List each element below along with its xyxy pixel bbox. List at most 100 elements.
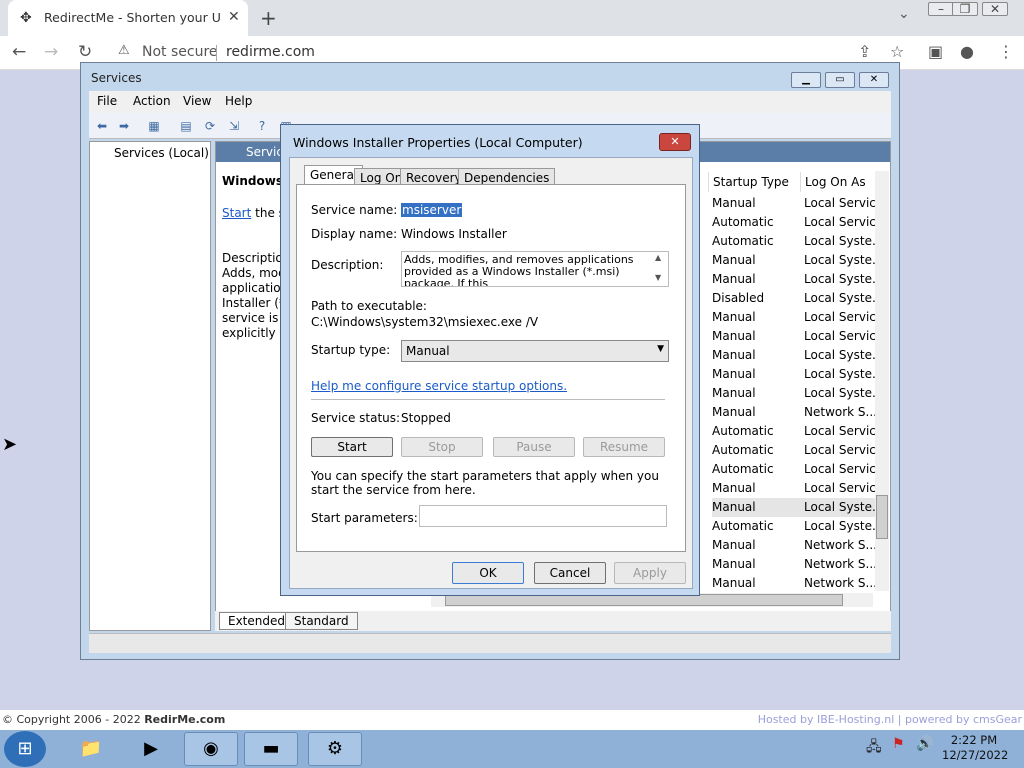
table-row[interactable]: Automatic Local Service xyxy=(712,441,883,460)
table-row[interactable]: Manual Local Syste... xyxy=(712,251,883,270)
startup-type-cell: Automatic xyxy=(712,234,774,248)
cancel-button[interactable]: Cancel xyxy=(534,562,606,584)
hosted-text[interactable]: Hosted by IBE-Hosting.nl | powered by cm… xyxy=(758,713,1022,726)
system-clock[interactable]: 2:22 PM 12/27/2022 xyxy=(942,733,1008,763)
service-name-label: Service name: xyxy=(311,203,398,217)
table-row[interactable]: Automatic Local Service xyxy=(712,460,883,479)
side-panel-icon[interactable]: ▣ xyxy=(928,42,943,61)
action-center-icon[interactable]: ⚑ xyxy=(892,736,905,752)
services-minimize-button[interactable]: ▁ xyxy=(791,72,821,88)
volume-icon[interactable]: 🔊 xyxy=(916,736,933,752)
url-text[interactable]: redirme.com xyxy=(226,44,315,60)
desc-line: explicitly de xyxy=(222,326,284,340)
table-row[interactable]: Disabled Local Syste... xyxy=(712,289,883,308)
vertical-scrollbar[interactable] xyxy=(875,171,889,591)
pause-button[interactable]: Pause xyxy=(493,437,575,457)
table-row[interactable]: Manual Local Service xyxy=(712,194,883,213)
view-tabs: Extended Standard xyxy=(215,611,891,631)
new-tab-button[interactable]: + xyxy=(260,6,277,30)
table-row[interactable]: Automatic Local Service xyxy=(712,422,883,441)
forward-icon[interactable]: ➡ xyxy=(115,117,133,135)
stop-button[interactable]: Stop xyxy=(401,437,483,457)
start-params-input[interactable] xyxy=(419,505,667,527)
tab-standard[interactable]: Standard xyxy=(285,612,358,630)
log-on-as-cell: Local Syste... xyxy=(804,500,884,514)
tab-extended[interactable]: Extended xyxy=(219,612,294,630)
table-row[interactable]: Automatic Local Syste... xyxy=(712,232,883,251)
services-close-button[interactable]: ✕ xyxy=(859,72,889,88)
share-icon[interactable]: ⇪ xyxy=(858,42,871,61)
scroll-up-icon[interactable]: ▲ xyxy=(655,253,661,262)
close-tab-icon[interactable]: ✕ xyxy=(228,9,240,25)
scroll-thumb[interactable] xyxy=(876,495,888,539)
console-tree-icon[interactable]: ▦ xyxy=(145,117,163,135)
menu-file[interactable]: File xyxy=(97,94,117,108)
menu-help[interactable]: Help xyxy=(225,94,252,108)
copyright-brand: RedirMe.com xyxy=(144,713,226,726)
table-row[interactable]: Manual Local Syste... xyxy=(712,270,883,289)
help-configure-link[interactable]: Help me configure service startup option… xyxy=(311,379,567,393)
services-maximize-button[interactable]: ▭ xyxy=(825,72,855,88)
path-value: C:\Windows\system32\msiexec.exe /V xyxy=(311,315,539,329)
startup-type-cell: Manual xyxy=(712,367,756,381)
startup-type-cell: Automatic xyxy=(712,443,774,457)
reload-icon[interactable]: ↻ xyxy=(78,42,92,62)
media-player-taskbar-icon[interactable]: ▶ xyxy=(124,732,178,766)
minimize-button[interactable]: – xyxy=(928,2,954,16)
table-row[interactable]: Manual Network S... xyxy=(712,574,880,593)
network-icon[interactable]: 🖧 xyxy=(866,736,882,760)
col-startup-type[interactable]: Startup Type xyxy=(708,172,800,192)
start-button[interactable]: Start xyxy=(311,437,393,457)
profile-avatar-icon[interactable]: ● xyxy=(960,42,974,61)
table-row[interactable]: Manual Local Service xyxy=(712,479,883,498)
apply-button[interactable]: Apply xyxy=(614,562,686,584)
bookmark-star-icon[interactable]: ☆ xyxy=(890,42,904,61)
close-window-button[interactable]: ✕ xyxy=(982,2,1008,16)
description-textbox[interactable]: Adds, modifies, and removes applications… xyxy=(401,251,669,287)
browser-tabstrip: ✥ RedirectMe - Shorten your URL t ✕ + ⌄ … xyxy=(0,0,1024,36)
table-row[interactable]: Manual Network S... xyxy=(712,555,880,574)
desc-start-link[interactable]: Start xyxy=(222,206,251,220)
cmd-taskbar-icon[interactable]: ▬ xyxy=(244,732,298,766)
menu-view[interactable]: View xyxy=(183,94,211,108)
browser-tab[interactable]: ✥ RedirectMe - Shorten your URL t ✕ xyxy=(8,0,248,36)
table-row[interactable]: Manual Local Service xyxy=(712,327,883,346)
table-row[interactable]: Manual Network S... xyxy=(712,403,880,422)
tab-search-icon[interactable]: ⌄ xyxy=(898,6,910,22)
startup-type-select[interactable]: Manual ▼ xyxy=(401,340,669,362)
resume-button[interactable]: Resume xyxy=(583,437,665,457)
dialog-close-button[interactable]: ✕ xyxy=(659,133,691,151)
table-row[interactable]: Manual Local Syste... xyxy=(712,365,883,384)
table-row[interactable]: Manual Local Syste... xyxy=(712,384,883,403)
path-label: Path to executable: xyxy=(311,299,427,313)
table-row[interactable]: Manual Local Service xyxy=(712,308,883,327)
table-row[interactable]: Manual Network S... xyxy=(712,536,880,555)
warning-icon[interactable]: ⚠ xyxy=(118,43,130,58)
forward-arrow-icon[interactable]: → xyxy=(44,42,58,62)
explorer-taskbar-icon[interactable]: 📁 xyxy=(64,732,118,766)
scroll-down-icon[interactable]: ▼ xyxy=(655,273,661,282)
refresh-icon[interactable]: ⟳ xyxy=(201,117,219,135)
col-log-on-as[interactable]: Log On As xyxy=(800,172,876,192)
display-name-value: Windows Installer xyxy=(401,227,507,241)
table-row[interactable]: Manual Local Syste... xyxy=(712,498,884,517)
properties-icon[interactable]: ▤ xyxy=(177,117,195,135)
startup-type-cell: Manual xyxy=(712,538,756,552)
table-row[interactable]: Manual Local Syste... xyxy=(712,346,883,365)
table-row[interactable]: Automatic Local Syste... xyxy=(712,517,883,536)
restore-button[interactable]: ❐ xyxy=(952,2,978,16)
back-icon[interactable]: ⬅ xyxy=(93,117,111,135)
back-arrow-icon[interactable]: ← xyxy=(12,42,26,62)
start-orb-icon[interactable]: ⊞ xyxy=(4,731,46,767)
export-list-icon[interactable]: ⇲ xyxy=(225,117,243,135)
ok-button[interactable]: OK xyxy=(452,562,524,584)
menu-kebab-icon[interactable]: ⋮ xyxy=(998,42,1014,61)
table-row[interactable]: Automatic Local Service xyxy=(712,213,883,232)
tree-node-services-local[interactable]: Services (Local) xyxy=(94,146,209,160)
services-taskbar-icon[interactable]: ⚙ xyxy=(308,732,362,766)
chrome-taskbar-icon[interactable]: ◉ xyxy=(184,732,238,766)
service-name-value[interactable]: msiserver xyxy=(401,203,463,217)
site-favicon-icon: ✥ xyxy=(20,10,32,26)
menu-action[interactable]: Action xyxy=(133,94,171,108)
help-icon[interactable]: ? xyxy=(253,117,271,135)
